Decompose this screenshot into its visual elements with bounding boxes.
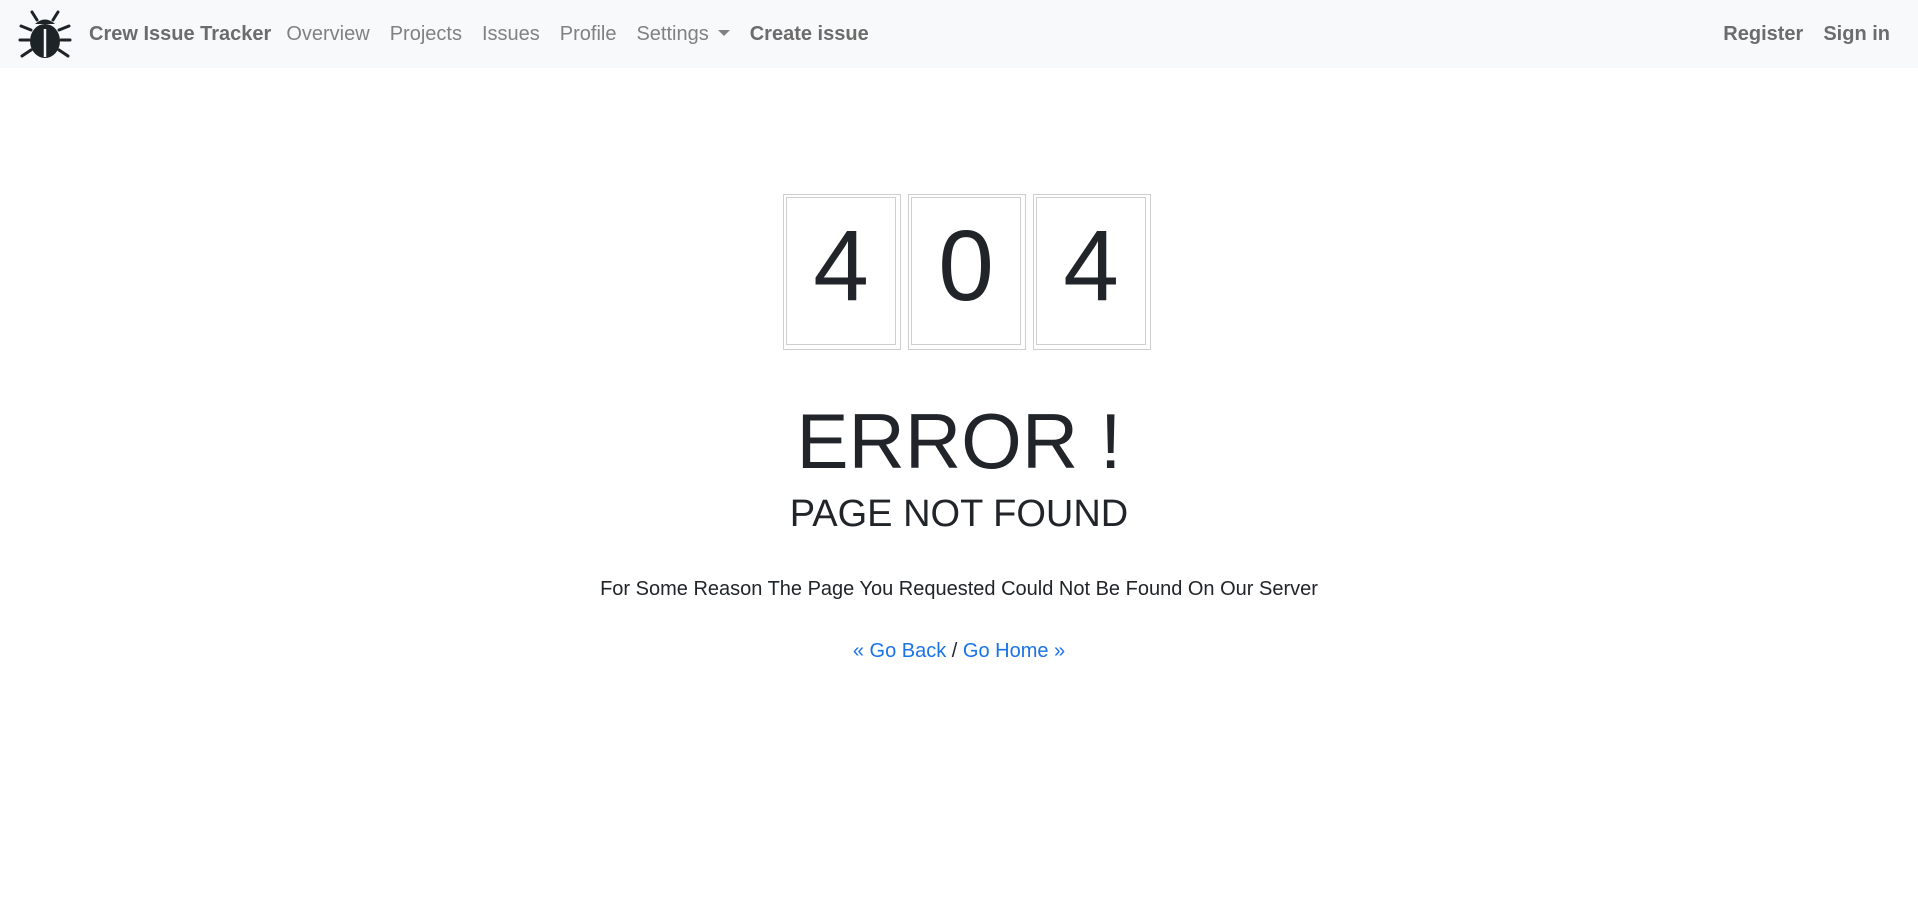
digit-box: 4 xyxy=(783,194,901,350)
caret-down-icon xyxy=(717,29,730,36)
go-home-link[interactable]: Go Home » xyxy=(963,640,1065,662)
navbar: Crew Issue Tracker Overview Projects Iss… xyxy=(0,0,1918,68)
error-digit-3: 4 xyxy=(1036,197,1146,345)
error-links: « Go Back / Go Home » xyxy=(0,639,1918,663)
brand-title: Crew Issue Tracker xyxy=(89,22,272,45)
nav-right: Register Sign in xyxy=(1703,0,1890,68)
nav-settings-label: Settings xyxy=(636,22,709,45)
bug-icon xyxy=(18,10,72,58)
nav-links: Overview Projects Issues Profile Setting… xyxy=(286,23,888,46)
go-back-link[interactable]: « Go Back xyxy=(853,640,946,662)
error-code: 4 0 4 xyxy=(783,194,1158,350)
nav-overview[interactable]: Overview xyxy=(286,23,369,46)
nav-settings-dropdown[interactable]: Settings xyxy=(636,22,730,46)
nav-profile[interactable]: Profile xyxy=(560,23,617,46)
register-link[interactable]: Register xyxy=(1723,23,1803,46)
error-subtitle: PAGE NOT FOUND xyxy=(789,493,1129,535)
digit-box: 0 xyxy=(908,194,1026,350)
link-separator: / xyxy=(951,640,958,662)
error-message: For Some Reason The Page You Requested C… xyxy=(600,578,1318,600)
nav-issues[interactable]: Issues xyxy=(482,23,540,46)
nav-projects[interactable]: Projects xyxy=(390,23,462,46)
error-title: ERROR ! xyxy=(796,397,1122,485)
digit-box: 4 xyxy=(1033,194,1151,350)
nav-create-issue[interactable]: Create issue xyxy=(750,23,869,46)
sign-in-link[interactable]: Sign in xyxy=(1823,23,1890,46)
brand-link[interactable]: Crew Issue Tracker xyxy=(18,7,271,61)
error-digit-2: 0 xyxy=(911,197,1021,345)
error-digit-1: 4 xyxy=(786,197,896,345)
